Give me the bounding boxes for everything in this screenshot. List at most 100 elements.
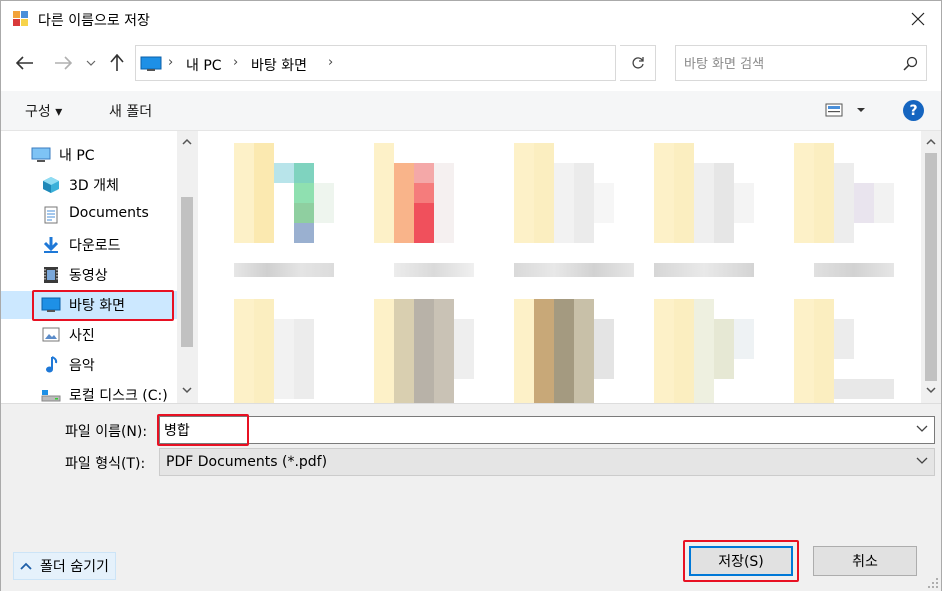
help-icon[interactable]: ? [903,100,924,121]
breadcrumb-my-pc[interactable]: 내 PC [186,55,222,75]
blurred-filename [814,263,894,277]
close-button[interactable] [895,1,941,37]
documents-icon [44,206,58,224]
navigation-pane: 내 PC 3D 개체 Documents 다운로드 동영상 바탕 화면 사진 음… [1,131,197,403]
sidebar-item-label: Documents [69,205,149,221]
command-bar: 구성 ▾ 새 폴더 ? [1,91,941,131]
blurred-thumbnail [514,143,614,243]
address-bar[interactable]: › 내 PC › 바탕 화면 › [135,45,731,81]
sidebar-item-videos[interactable]: 동영상 [1,261,177,289]
chevron-down-icon [86,60,96,66]
save-form: 파일 이름(N): 파일 형식(T): PDF Documents (*.pdf… [1,403,941,591]
blurred-thumbnail [514,299,614,403]
chevron-down-icon[interactable] [182,387,192,394]
sidebar-item-local-disk[interactable]: 로컬 디스크 (C:) [1,381,177,403]
scrollbar-thumb[interactable] [181,197,193,347]
breadcrumb-separator: › [233,55,239,70]
back-button[interactable] [13,51,37,75]
sidebar-item-label: 3D 개체 [69,178,119,194]
blurred-filename [394,263,474,277]
file-thumbnail[interactable] [514,143,614,243]
arrow-up-icon [110,54,124,71]
save-as-dialog: 다른 이름으로 저장 › 내 PC › 바탕 화면 › 바탕 화면 검색 구성 … [0,0,942,591]
file-thumbnail[interactable] [654,299,754,403]
local-disk-icon [41,390,61,402]
forward-button[interactable] [51,51,75,75]
file-thumbnail[interactable] [234,299,334,403]
app-icon [13,11,28,26]
file-thumbnail[interactable] [514,299,614,403]
highlight-box [32,290,174,321]
sidebar-item-label: 다운로드 [69,238,121,254]
new-folder-button[interactable]: 새 폴더 [109,101,152,121]
sidebar-item-documents[interactable]: Documents [1,201,177,229]
search-icon [903,56,918,71]
breadcrumb-desktop[interactable]: 바탕 화면 [251,55,307,75]
hide-folders-button[interactable]: 폴더 숨기기 [13,552,116,580]
search-box[interactable] [675,45,927,81]
3d-objects-icon [43,177,59,193]
breadcrumb-separator: › [328,55,334,70]
breadcrumb-separator: › [168,55,174,70]
hide-folders-label: 폴더 숨기기 [40,559,109,575]
chevron-up-icon[interactable] [926,138,936,145]
view-options-icon[interactable] [825,103,869,117]
file-thumbnail[interactable] [794,143,894,243]
close-icon [911,12,925,26]
sidebar-item-label: 로컬 디스크 (C:) [69,388,168,403]
blurred-thumbnail [374,299,474,403]
sidebar-item-label: 동영상 [69,268,108,284]
blurred-thumbnail [654,143,754,243]
chevron-down-icon[interactable] [926,387,936,394]
organize-button[interactable]: 구성 ▾ [25,101,62,121]
blurred-thumbnail [234,143,334,243]
scrollbar-thumb[interactable] [925,153,937,381]
file-thumbnail[interactable] [794,299,894,403]
filename-field[interactable] [159,416,935,444]
file-list[interactable] [198,131,941,403]
blurred-thumbnail [654,299,754,403]
window-title: 다른 이름으로 저장 [38,13,150,29]
sidebar-item-label: 음악 [69,358,95,374]
highlight-box [683,540,799,582]
video-icon [44,267,58,283]
sidebar-item-label: 내 PC [59,148,95,164]
sidebar-item-pictures[interactable]: 사진 [1,321,177,349]
resize-grip-icon[interactable] [927,577,939,589]
pictures-icon [42,327,60,342]
chevron-down-icon[interactable] [916,425,928,433]
sidebar-item-3d-objects[interactable]: 3D 개체 [1,171,177,199]
file-thumbnail[interactable] [374,299,474,403]
cancel-button[interactable]: 취소 [813,546,917,576]
blurred-thumbnail [234,299,334,403]
up-button[interactable] [105,51,129,75]
recent-locations-button[interactable] [81,51,101,75]
sidebar-scrollbar[interactable] [177,131,197,403]
file-thumbnail[interactable] [374,143,474,243]
file-list-scrollbar[interactable] [921,131,941,403]
filename-label: 파일 이름(N): [65,424,148,440]
arrow-left-icon [16,56,33,70]
title-bar: 다른 이름으로 저장 [1,1,941,37]
chevron-up-icon [20,562,32,570]
chevron-up-icon[interactable] [182,138,192,145]
arrow-right-icon [55,56,72,70]
file-thumbnail[interactable] [234,143,334,243]
filetype-value: PDF Documents (*.pdf) [166,454,328,470]
refresh-button[interactable] [620,45,656,81]
chevron-down-icon[interactable] [916,457,928,465]
filetype-label: 파일 형식(T): [65,456,146,472]
sidebar-item-music[interactable]: 음악 [1,351,177,379]
desktop-icon [140,56,162,71]
file-thumbnail[interactable] [654,143,754,243]
sidebar-item-my-pc[interactable]: 내 PC [1,141,177,169]
blurred-filename [234,263,334,277]
blurred-thumbnail [794,299,894,403]
filetype-select[interactable]: PDF Documents (*.pdf) [159,448,935,476]
music-icon [46,356,58,373]
filename-input[interactable] [164,420,864,440]
blurred-filename [514,263,634,277]
highlight-box [157,414,249,446]
search-input[interactable] [684,54,894,74]
sidebar-item-downloads[interactable]: 다운로드 [1,231,177,259]
